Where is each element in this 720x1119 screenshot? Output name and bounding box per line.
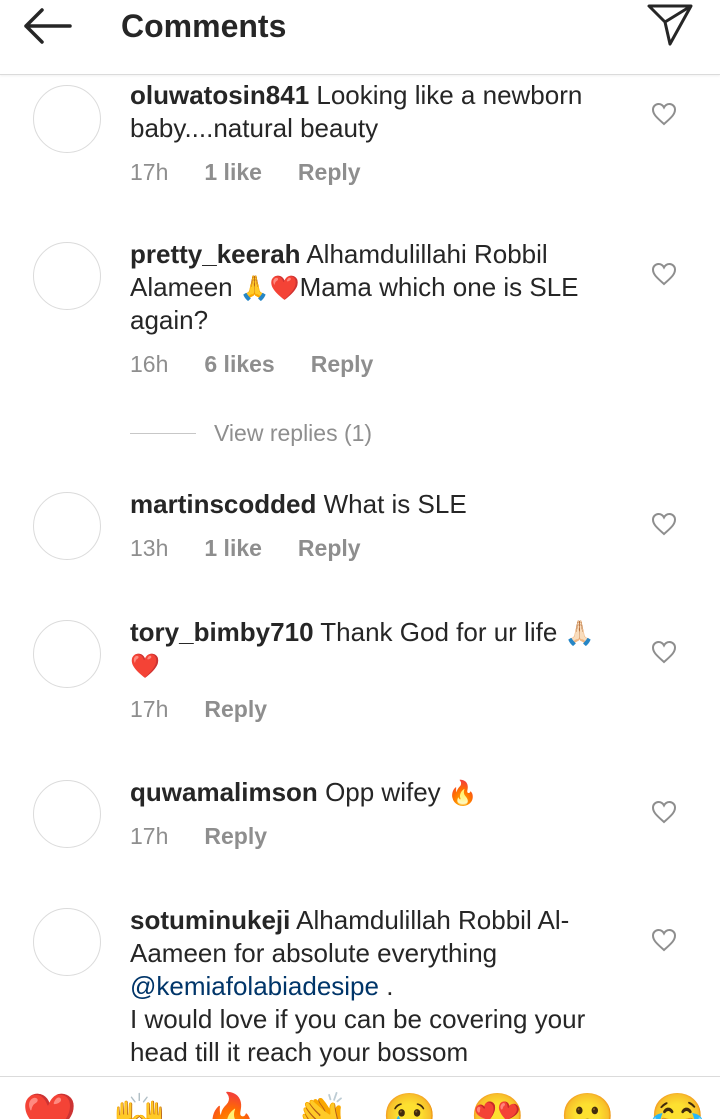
comment-text: pretty_keerah Alhamdulillahi Robbil Alam… [130, 238, 622, 337]
avatar[interactable] [33, 620, 101, 688]
timestamp: 13h [130, 535, 169, 561]
like-count[interactable]: 1 like [204, 535, 262, 561]
top-bar: Comments [0, 0, 720, 75]
quick-emoji-bar: ❤️ 🙌 🔥 👏 😢 😍 😮 😂 [0, 1076, 720, 1119]
tears-of-joy-emoji-button[interactable]: 😂 [650, 1095, 705, 1119]
timestamp: 17h [130, 696, 169, 722]
like-count[interactable]: 1 like [204, 159, 262, 185]
mention-link[interactable]: @kemiafolabiadesipe [130, 971, 379, 1001]
comment-meta: 16h 6 likes Reply [130, 350, 409, 378]
reply-button[interactable]: Reply [298, 535, 361, 561]
crying-face-emoji-button[interactable]: 😢 [382, 1095, 437, 1119]
reply-button[interactable]: Reply [204, 823, 267, 849]
comment-body: . [378, 971, 394, 1001]
username[interactable]: quwamalimson [130, 777, 318, 807]
username[interactable]: oluwatosin841 [130, 80, 309, 110]
heart-icon[interactable] [651, 800, 677, 824]
timestamp: 17h [130, 823, 169, 849]
comment-meta: 17h 1 like Reply [130, 158, 397, 186]
fire-emoji: 🔥 [447, 780, 478, 807]
username[interactable]: sotuminukeji [130, 905, 290, 935]
like-count[interactable]: 6 likes [204, 351, 274, 377]
heart-icon[interactable] [651, 512, 677, 536]
avatar[interactable] [33, 908, 101, 976]
comment-body: I would love if you can be covering your… [130, 1004, 586, 1067]
comment-text: oluwatosin841 Looking like a newborn bab… [130, 79, 622, 145]
reply-button[interactable]: Reply [298, 159, 361, 185]
comment-text: sotuminukeji Alhamdulillah Robbil Al-Aam… [130, 904, 622, 1069]
heart-icon[interactable] [651, 928, 677, 952]
heart-eyes-emoji-button[interactable]: 😍 [470, 1095, 525, 1119]
comment-text: quwamalimson Opp wifey 🔥 [130, 776, 622, 809]
avatar[interactable] [33, 85, 101, 153]
username[interactable]: martinscodded [130, 489, 316, 519]
reply-button[interactable]: Reply [204, 696, 267, 722]
avatar[interactable] [33, 780, 101, 848]
folded-hands-emoji: 🙏🏻 [564, 620, 595, 647]
red-heart-emoji: ❤️ [130, 653, 160, 680]
heart-icon[interactable] [651, 102, 677, 126]
surprised-face-emoji-button[interactable]: 😮 [560, 1095, 615, 1119]
red-heart-emoji-button[interactable]: ❤️ [22, 1095, 77, 1119]
avatar[interactable] [33, 492, 101, 560]
red-heart-emoji: ❤️ [269, 275, 300, 302]
raising-hands-emoji-button[interactable]: 🙌 [112, 1095, 167, 1119]
avatar[interactable] [33, 242, 101, 310]
page-title: Comments [121, 8, 287, 44]
comment-text: martinscodded What is SLE [130, 488, 622, 521]
comment-list[interactable]: oluwatosin841 Looking like a newborn bab… [0, 75, 720, 1075]
comment-body: Thank God for ur life [320, 617, 565, 647]
comment-meta: 13h 1 like Reply [130, 534, 397, 562]
arrow-left-icon[interactable] [20, 6, 76, 46]
clapping-hands-emoji-button[interactable]: 👏 [294, 1095, 349, 1119]
comment-body: Opp wifey [325, 777, 448, 807]
folded-hands-emoji: 🙏 [239, 275, 270, 302]
paper-plane-icon[interactable] [646, 2, 694, 48]
heart-icon[interactable] [651, 640, 677, 664]
comment-meta: 17h Reply [130, 695, 303, 723]
timestamp: 17h [130, 159, 169, 185]
timestamp: 16h [130, 351, 169, 377]
username[interactable]: tory_bimby710 [130, 617, 314, 647]
reply-button[interactable]: Reply [311, 351, 374, 377]
username[interactable]: pretty_keerah [130, 239, 301, 269]
heart-icon[interactable] [651, 262, 677, 286]
divider [130, 433, 196, 434]
comment-body: What is SLE [323, 489, 467, 519]
comment-meta: 17h Reply [130, 822, 303, 850]
view-replies-label: View replies (1) [214, 420, 373, 446]
fire-emoji-button[interactable]: 🔥 [204, 1095, 259, 1119]
comment-text: tory_bimby710 Thank God for ur life 🙏🏻 ❤… [130, 616, 622, 682]
